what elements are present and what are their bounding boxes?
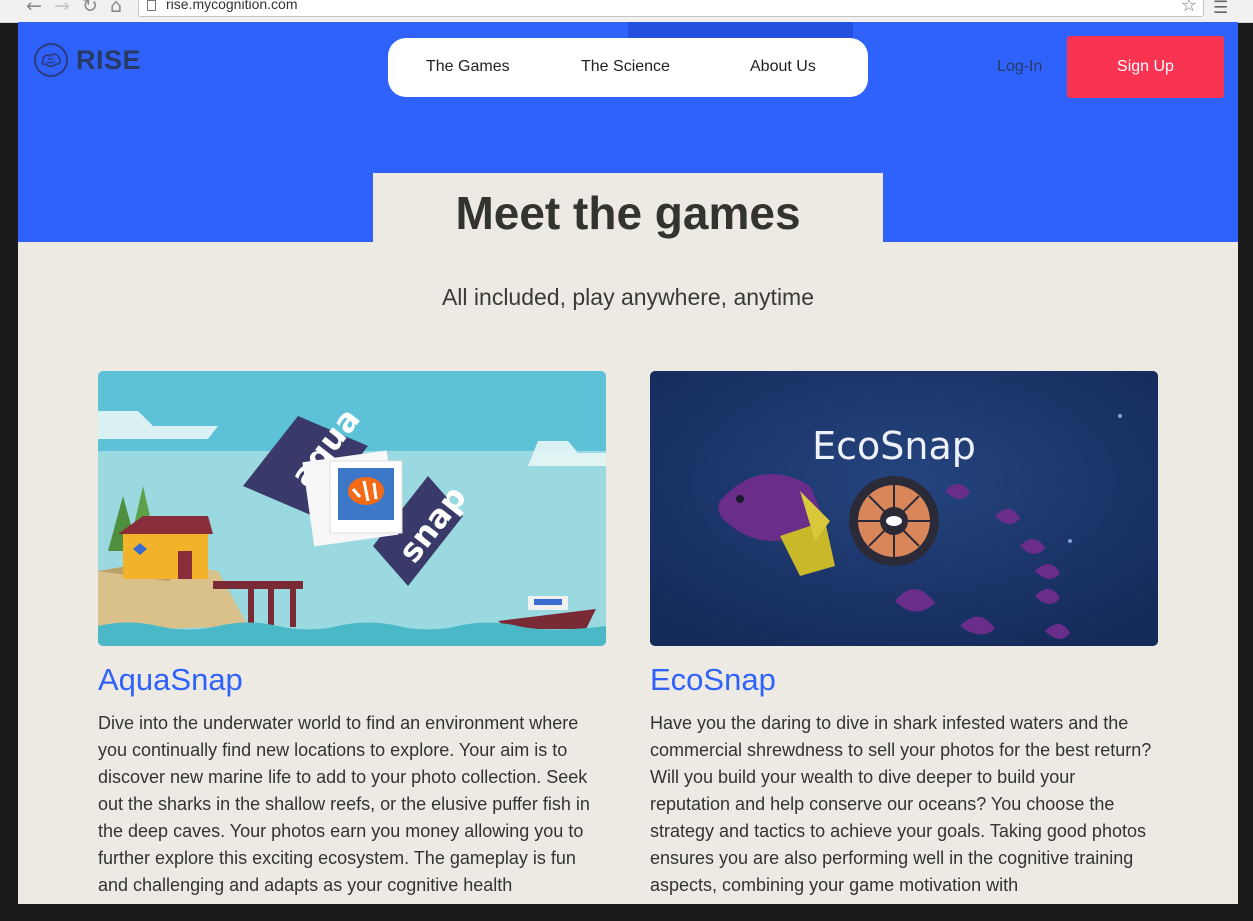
bookmark-star-icon[interactable]: ☆ [1181, 0, 1197, 16]
game-card-ecosnap: EcoSnap EcoSnap Have you the daring to d… [650, 371, 1158, 899]
page-subtitle: All included, play anywhere, anytime [441, 284, 815, 310]
ecosnap-logo-text: EcoSnap [812, 424, 976, 468]
reload-icon[interactable]: ↻ [82, 0, 98, 16]
forward-icon[interactable]: → [54, 0, 70, 16]
back-icon[interactable]: ← [26, 0, 42, 16]
nav-about-us[interactable]: About Us [750, 58, 816, 76]
game-title-aquasnap[interactable]: AquaSnap [98, 660, 606, 700]
browser-toolbar: ← → ↻ ⌂ rise.mycognition.com ☆ ☰ [0, 0, 1253, 23]
menu-icon[interactable]: ☰ [1213, 0, 1228, 18]
address-bar[interactable]: rise.mycognition.com ☆ [138, 0, 1204, 17]
url-text: rise.mycognition.com [166, 0, 298, 12]
page-title: Meet the games [455, 186, 801, 239]
game-title-ecosnap[interactable]: EcoSnap [650, 660, 1158, 700]
web-page: RISE The Games The Science About Us Log-… [18, 22, 1238, 904]
nav-the-games[interactable]: The Games [426, 58, 510, 76]
page-icon [147, 0, 156, 11]
logo[interactable]: RISE [34, 40, 141, 80]
nav-the-science[interactable]: The Science [581, 58, 670, 76]
game-description-aquasnap: Dive into the underwater world to find a… [98, 713, 590, 895]
game-card-aquasnap: aqua snap AquaSnap Dive into the underwa… [98, 371, 606, 899]
brain-icon [34, 43, 68, 77]
aquasnap-image[interactable]: aqua snap [98, 371, 606, 646]
ecosnap-image[interactable]: EcoSnap [650, 371, 1158, 646]
game-description-ecosnap: Have you the daring to dive in shark inf… [650, 713, 1152, 895]
home-icon[interactable]: ⌂ [110, 0, 122, 16]
signup-button[interactable]: Sign Up [1067, 36, 1224, 98]
hero-strip [628, 22, 853, 38]
login-link[interactable]: Log-In [997, 58, 1042, 76]
logo-text: RISE [76, 44, 142, 75]
main-nav: The Games The Science About Us [388, 38, 868, 97]
title-box: Meet the games [373, 173, 883, 244]
